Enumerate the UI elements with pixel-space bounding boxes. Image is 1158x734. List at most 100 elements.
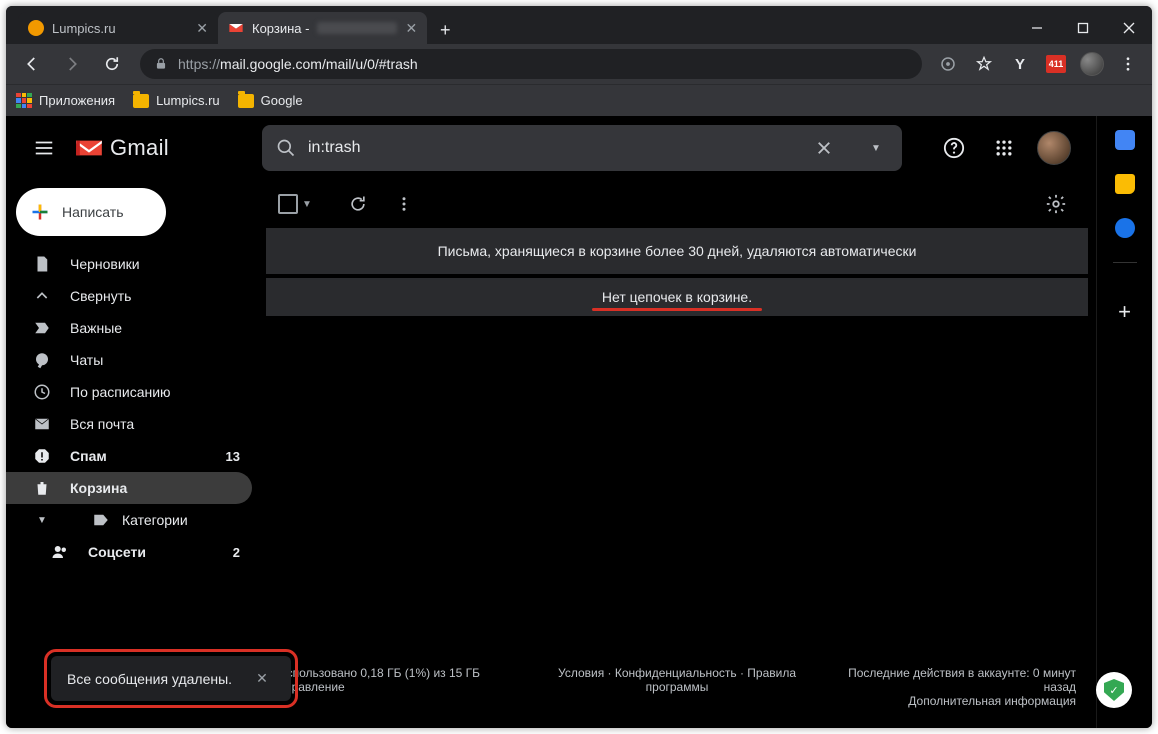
bookmark-label: Lumpics.ru <box>156 93 220 108</box>
tasks-addon[interactable] <box>1115 218 1135 238</box>
folder-icon <box>133 94 149 108</box>
sidebar-item-collapse[interactable]: Свернуть <box>6 280 252 312</box>
new-tab-button[interactable]: + <box>431 16 459 44</box>
sidebar-item-spam[interactable]: Спам13 <box>6 440 252 472</box>
file-icon <box>32 254 52 274</box>
sidebar-item-allmail[interactable]: Вся почта <box>6 408 252 440</box>
reload-button[interactable] <box>94 48 130 80</box>
search-input[interactable] <box>308 139 792 157</box>
keep-addon[interactable] <box>1115 174 1135 194</box>
clear-search-button[interactable] <box>804 128 844 168</box>
side-rail: + <box>1096 116 1152 728</box>
chevron-up-icon <box>32 286 52 306</box>
window-controls <box>1014 12 1152 44</box>
minimize-button[interactable] <box>1014 12 1060 44</box>
maximize-button[interactable] <box>1060 12 1106 44</box>
bookmark-folder-google[interactable]: Google <box>238 93 303 108</box>
titlebar: Lumpics.ru ✕ Корзина - ✕ + <box>6 6 1152 44</box>
tab-title: Lumpics.ru <box>52 21 116 36</box>
footer-activity: Последние действия в аккаунте: 0 минут н… <box>823 666 1076 708</box>
header-right <box>934 128 1092 168</box>
toast-close-button[interactable]: ✕ <box>256 670 268 687</box>
gmail-logo[interactable]: Gmail <box>74 135 169 161</box>
add-addon-button[interactable]: + <box>1118 299 1131 325</box>
apps-label: Приложения <box>39 93 115 108</box>
omnibox[interactable]: https://mail.google.com/mail/u/0/#trash <box>140 49 922 79</box>
account-avatar[interactable] <box>1034 128 1074 168</box>
compose-button[interactable]: Написать <box>16 188 166 236</box>
main-menu-button[interactable] <box>22 126 66 170</box>
forward-button[interactable] <box>54 48 90 80</box>
footer-storage: Использовано 0,18 ГБ (1%) из 15 ГБ Управ… <box>278 666 531 708</box>
footer: Использовано 0,18 ГБ (1%) из 15 ГБ Управ… <box>262 646 1092 728</box>
address-bar: https://mail.google.com/mail/u/0/#trash … <box>6 44 1152 84</box>
footer-links[interactable]: Условия · Конфиденциальность · Правила п… <box>551 666 804 708</box>
apps-launcher-button[interactable] <box>984 128 1024 168</box>
support-button[interactable] <box>934 128 974 168</box>
banner-text: Письма, хранящиеся в корзине более 30 дн… <box>438 243 917 259</box>
tab-lumpics[interactable]: Lumpics.ru ✕ <box>18 12 218 44</box>
tab-gmail[interactable]: Корзина - ✕ <box>218 12 427 44</box>
bookmark-folder-lumpics[interactable]: Lumpics.ru <box>133 93 220 108</box>
sidebar: Написать Черновики Свернуть Важные Чаты … <box>6 180 262 568</box>
tab-strip: Lumpics.ru ✕ Корзина - ✕ + <box>6 6 459 44</box>
caret-icon: ▼ <box>32 510 52 530</box>
sidebar-item-important[interactable]: Важные <box>6 312 252 344</box>
gmail-header-left: Gmail <box>6 116 262 180</box>
sidebar-item-social[interactable]: Соцсети2 <box>6 536 252 568</box>
search-options-button[interactable]: ▼ <box>856 128 896 168</box>
people-icon <box>50 542 70 562</box>
activity-details-link[interactable]: Дополнительная информация <box>823 694 1076 708</box>
sidebar-label: Корзина <box>70 480 127 496</box>
sidebar-label: По расписанию <box>70 384 171 400</box>
search-bar[interactable]: ▼ <box>262 125 902 171</box>
bookmarks-bar: Приложения Lumpics.ru Google <box>6 84 1152 116</box>
close-window-button[interactable] <box>1106 12 1152 44</box>
refresh-button[interactable] <box>338 184 378 224</box>
more-button[interactable] <box>384 184 424 224</box>
empty-state: Нет цепочек в корзине. <box>266 278 1088 316</box>
sidebar-item-categories[interactable]: ▼ Категории <box>6 504 252 536</box>
toast-annotation: Все сообщения удалены. ✕ <box>44 649 298 708</box>
ext-y-icon[interactable]: Y <box>1004 48 1036 80</box>
sidebar-item-scheduled[interactable]: По расписанию <box>6 376 252 408</box>
sidebar-item-chats[interactable]: Чаты <box>6 344 252 376</box>
chat-icon <box>32 350 52 370</box>
storage-text: Использовано 0,18 ГБ (1%) из 15 ГБ <box>278 666 531 680</box>
calendar-addon[interactable] <box>1115 130 1135 150</box>
kebab-icon[interactable] <box>1112 48 1144 80</box>
tab-subtitle-blurred <box>317 22 397 34</box>
favicon-lumpics <box>28 20 44 36</box>
apps-grid-icon <box>16 93 32 109</box>
star-icon[interactable] <box>968 48 1000 80</box>
shield-icon: ✓ <box>1104 679 1124 701</box>
url: https://mail.google.com/mail/u/0/#trash <box>178 56 418 72</box>
settings-button[interactable] <box>1036 184 1076 224</box>
empty-text: Нет цепочек в корзине. <box>602 289 752 305</box>
sidebar-item-drafts[interactable]: Черновики <box>6 248 252 280</box>
sidebar-label: Категории <box>122 512 188 528</box>
sidebar-label: Вся почта <box>70 416 134 432</box>
close-icon[interactable]: ✕ <box>405 20 417 37</box>
mail-icon <box>32 414 52 434</box>
security-badge[interactable]: ✓ <box>1096 672 1132 708</box>
back-button[interactable] <box>14 48 50 80</box>
select-dropdown[interactable]: ▼ <box>302 199 312 210</box>
toast: Все сообщения удалены. ✕ <box>51 656 291 701</box>
favicon-gmail <box>228 20 244 36</box>
mail-toolbar: ▼ <box>262 180 1092 228</box>
tab-title: Корзина - <box>252 21 309 36</box>
sidebar-label: Свернуть <box>70 288 131 304</box>
select-all-checkbox[interactable] <box>278 194 298 214</box>
storage-manage-link[interactable]: Управление <box>278 680 531 694</box>
sidebar-label: Соцсети <box>88 544 146 560</box>
sidebar-item-trash[interactable]: Корзина <box>6 472 252 504</box>
profile-avatar[interactable] <box>1076 48 1108 80</box>
left-column: Gmail Написать Черновики Свернуть Важные… <box>6 116 262 728</box>
sidebar-count: 13 <box>226 449 240 464</box>
apps-shortcut[interactable]: Приложения <box>16 93 115 109</box>
clock-icon <box>32 382 52 402</box>
ext-badge-icon[interactable]: 411 <box>1040 48 1072 80</box>
close-icon[interactable]: ✕ <box>196 20 208 37</box>
site-info-icon[interactable] <box>932 48 964 80</box>
